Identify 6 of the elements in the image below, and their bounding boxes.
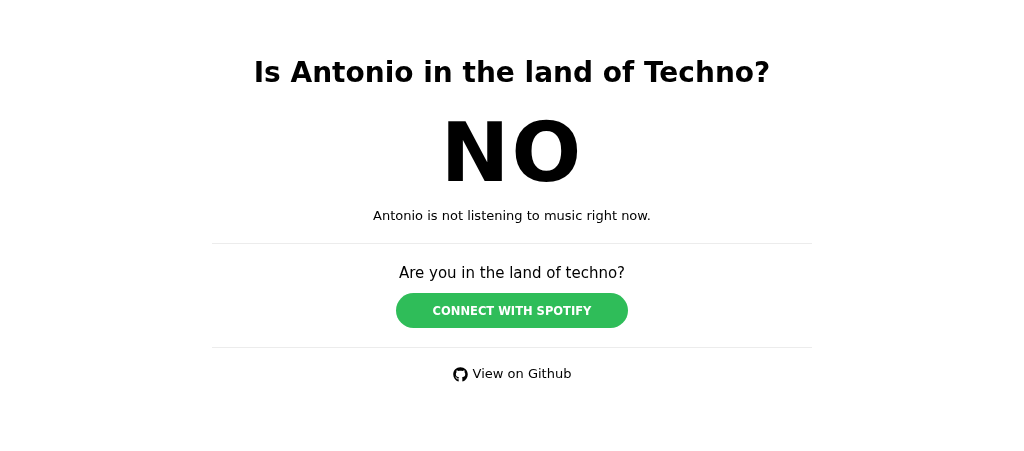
- status-text: Antonio is not listening to music right now.: [373, 207, 651, 225]
- answer-text: NO: [440, 109, 584, 197]
- page-title: Is Antonio in the land of Techno?: [253, 55, 771, 91]
- github-icon: [452, 366, 468, 382]
- github-link[interactable]: View on Github: [452, 365, 572, 383]
- question-text: Are you in the land of techno?: [398, 263, 626, 283]
